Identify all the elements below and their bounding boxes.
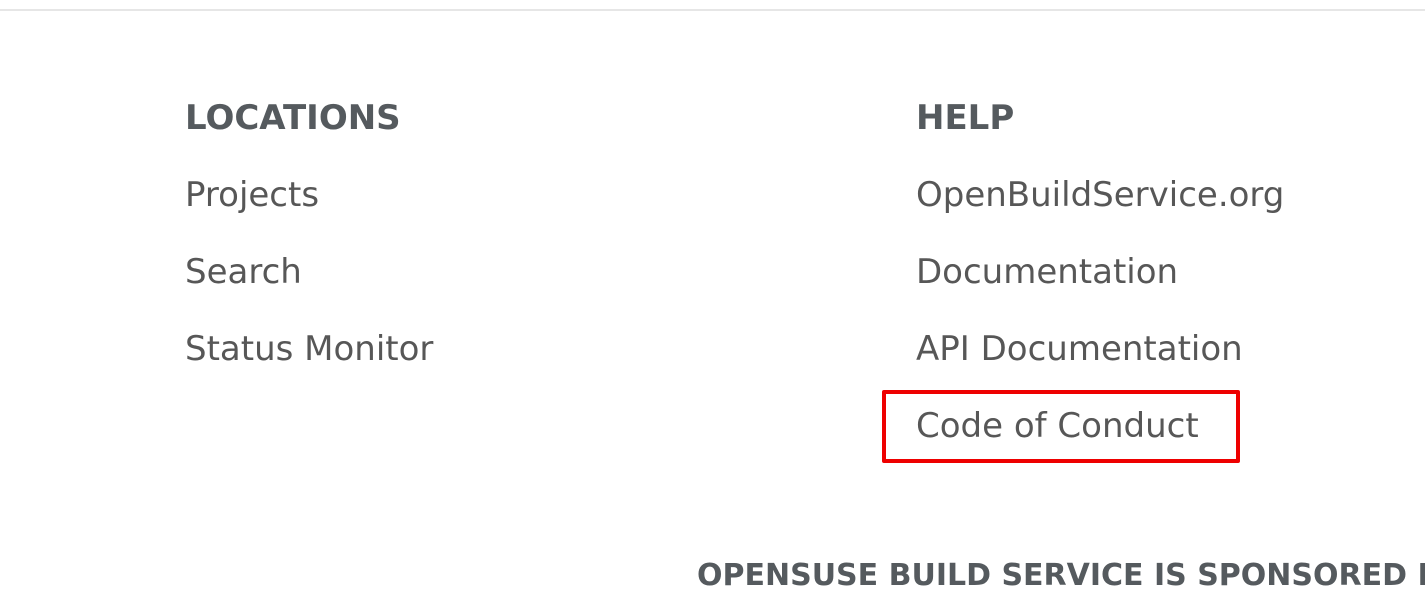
projects-link[interactable]: Projects <box>185 173 319 217</box>
sponsor-heading: OPENSUSE BUILD SERVICE IS SPONSORED BY <box>697 558 1425 593</box>
locations-heading: LOCATIONS <box>185 98 401 138</box>
footer-divider <box>0 9 1425 11</box>
help-heading: HELP <box>916 98 1015 138</box>
search-link[interactable]: Search <box>185 250 302 294</box>
api-documentation-link[interactable]: API Documentation <box>916 327 1243 371</box>
code-of-conduct-link[interactable]: Code of Conduct <box>916 404 1199 448</box>
status-monitor-link[interactable]: Status Monitor <box>185 327 433 371</box>
openbuildservice-org-link[interactable]: OpenBuildService.org <box>916 173 1284 217</box>
documentation-link[interactable]: Documentation <box>916 250 1178 294</box>
footer: LOCATIONS Projects Search Status Monitor… <box>0 0 1425 593</box>
